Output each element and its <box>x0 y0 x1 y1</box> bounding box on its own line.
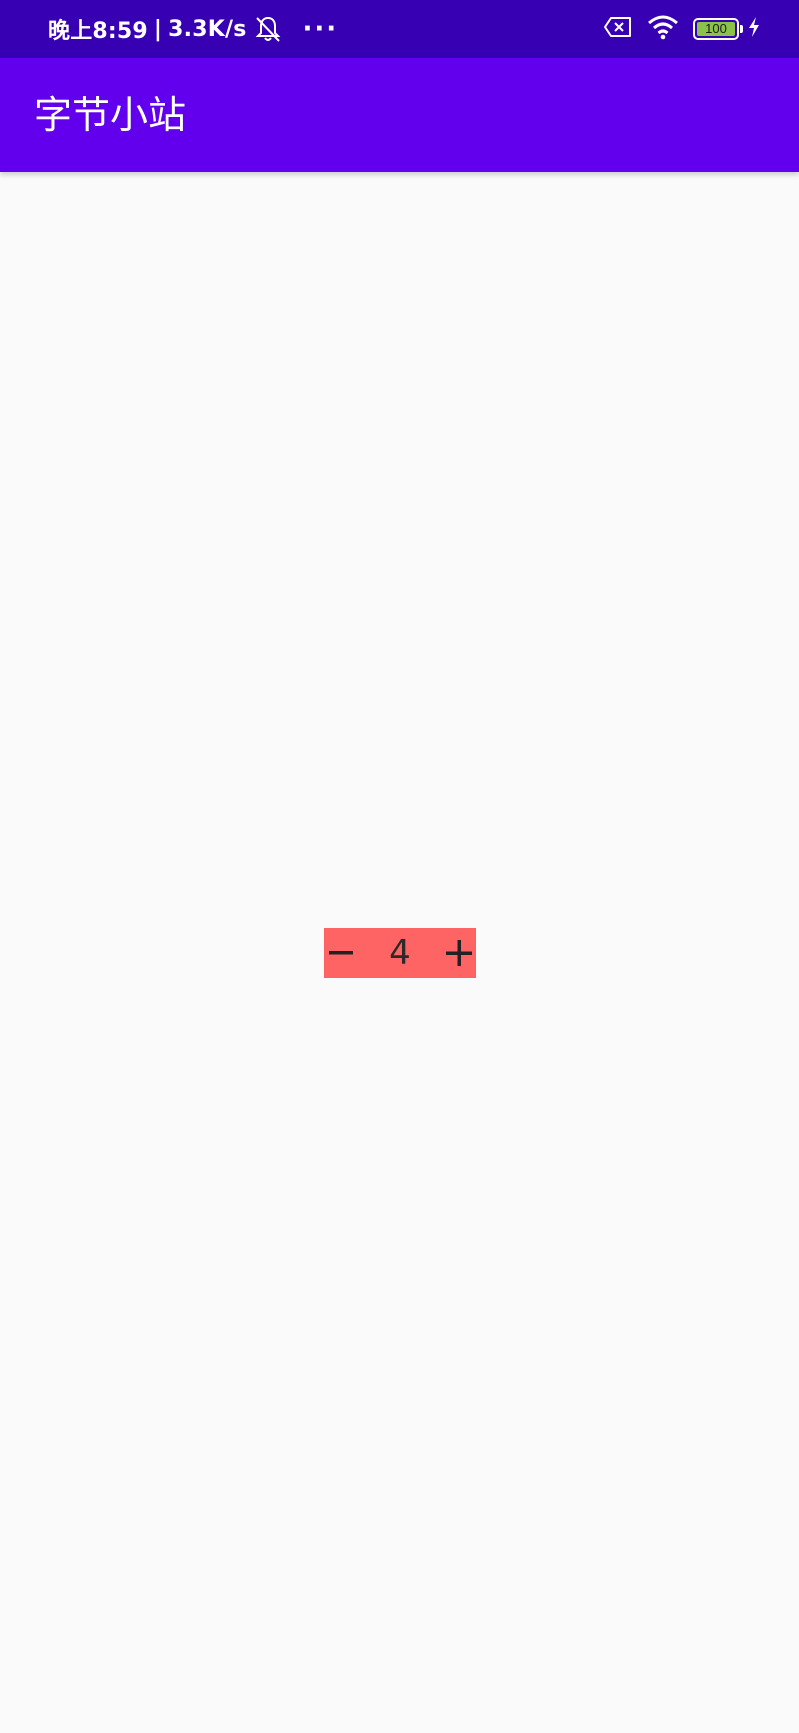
wifi-icon <box>647 14 679 44</box>
more-notifications-icon: ··· <box>302 14 339 44</box>
status-net-speed: 3.3K/s <box>168 16 247 42</box>
stepper-value: 4 <box>389 933 411 973</box>
sim-off-icon <box>603 15 633 43</box>
charging-icon <box>747 16 761 42</box>
quantity-stepper: 4 <box>324 928 476 978</box>
status-right: 100 <box>589 0 761 58</box>
battery-icon: 100 <box>693 18 743 40</box>
app-bar: 字节小站 <box>0 58 799 172</box>
content-area: 4 <box>0 172 799 1733</box>
decrement-button[interactable] <box>324 928 358 978</box>
battery-level: 100 <box>705 21 727 36</box>
mute-bell-icon <box>253 14 283 44</box>
plus-icon <box>446 940 472 966</box>
status-separator: | <box>153 16 163 42</box>
battery-nub <box>740 25 743 33</box>
app-title: 字节小站 <box>34 93 187 137</box>
minus-icon <box>329 951 353 955</box>
status-time: 晚上8:59 <box>48 19 148 44</box>
increment-button[interactable] <box>442 928 476 978</box>
status-bar: 晚上8:59 | 3.3K/s ··· 100 <box>0 0 799 58</box>
status-left: 晚上8:59 | 3.3K/s ··· <box>48 0 338 58</box>
